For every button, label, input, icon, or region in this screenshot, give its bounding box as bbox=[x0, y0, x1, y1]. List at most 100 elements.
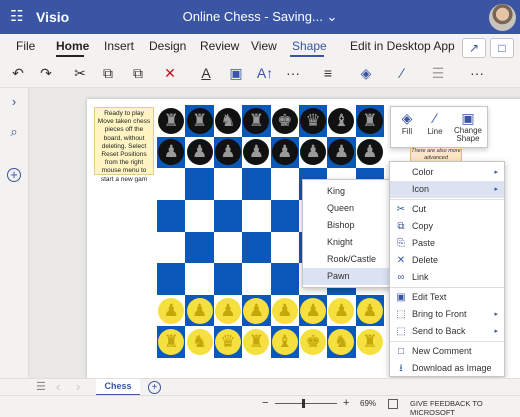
tab-review[interactable]: Review bbox=[200, 39, 239, 53]
board-square[interactable]: ♞ bbox=[327, 326, 356, 358]
board-square[interactable] bbox=[213, 231, 243, 264]
zoom-in-icon[interactable]: + bbox=[343, 397, 349, 409]
board-square[interactable]: ♜ bbox=[242, 105, 271, 137]
board-square[interactable]: ♜ bbox=[157, 326, 186, 358]
format-painter-icon[interactable]: ⧉ bbox=[128, 63, 148, 83]
page-list-icon[interactable]: ☰ bbox=[36, 380, 46, 393]
zoom-slider-thumb[interactable] bbox=[302, 399, 305, 408]
document-title[interactable]: Online Chess - Saving... ⌄ bbox=[0, 9, 520, 25]
black-knight-piece[interactable]: ♞ bbox=[214, 107, 241, 134]
board-square[interactable]: ♟ bbox=[185, 294, 214, 327]
yellow-queen-piece[interactable]: ♛ bbox=[214, 329, 241, 356]
zoom-slider[interactable] bbox=[275, 403, 337, 404]
board-square[interactable]: ♟ bbox=[298, 294, 328, 327]
yellow-pawn-piece[interactable]: ♟ bbox=[300, 297, 327, 324]
board-square[interactable] bbox=[213, 263, 243, 295]
menu-item-bring-to-front[interactable]: ⬚ Bring to Front ▸ bbox=[390, 306, 504, 323]
black-rook-piece[interactable]: ♜ bbox=[186, 107, 213, 134]
board-square[interactable]: ♞ bbox=[213, 105, 243, 137]
fill-icon[interactable]: ◈ bbox=[356, 63, 376, 83]
board-square[interactable]: ♝ bbox=[270, 326, 299, 358]
chevron-right-icon[interactable]: › bbox=[6, 94, 22, 110]
feedback-link[interactable]: GIVE FEEDBACK TO MICROSOFT bbox=[410, 399, 520, 417]
board-square[interactable] bbox=[185, 263, 214, 295]
next-page-icon[interactable]: › bbox=[76, 379, 80, 394]
black-pawn-piece[interactable]: ♟ bbox=[186, 139, 213, 166]
change-shape-button[interactable]: ▣ Change Shape bbox=[451, 109, 485, 143]
board-square[interactable] bbox=[242, 263, 271, 295]
board-square[interactable]: ♟ bbox=[213, 294, 243, 327]
black-rook-piece[interactable]: ♜ bbox=[356, 107, 383, 134]
fit-to-window-icon[interactable] bbox=[388, 399, 398, 409]
board-square[interactable] bbox=[185, 231, 214, 264]
board-square[interactable] bbox=[185, 168, 214, 200]
board-square[interactable]: ♜ bbox=[157, 105, 186, 137]
delete-icon[interactable]: ✕ bbox=[160, 63, 180, 83]
black-pawn-piece[interactable]: ♟ bbox=[300, 139, 327, 166]
board-square[interactable]: ♜ bbox=[242, 326, 271, 358]
black-pawn-piece[interactable]: ♟ bbox=[328, 139, 355, 166]
black-pawn-piece[interactable]: ♟ bbox=[271, 139, 298, 166]
yellow-king-piece[interactable]: ♚ bbox=[300, 329, 327, 356]
board-square[interactable]: ♟ bbox=[213, 136, 243, 169]
yellow-rook-piece[interactable]: ♜ bbox=[243, 329, 270, 356]
arrange-icon[interactable]: ☰ bbox=[428, 63, 448, 83]
board-square[interactable]: ♚ bbox=[270, 105, 299, 137]
board-square[interactable] bbox=[242, 231, 271, 264]
more-icon[interactable]: ··· bbox=[282, 63, 304, 83]
yellow-rook-piece[interactable]: ♜ bbox=[356, 329, 383, 356]
board-square[interactable] bbox=[157, 199, 186, 232]
board-square[interactable]: ♟ bbox=[157, 136, 186, 169]
tab-design[interactable]: Design bbox=[149, 39, 186, 53]
zoom-level[interactable]: 69% bbox=[360, 399, 376, 408]
menu-item-delete[interactable]: ✕ Delete bbox=[390, 252, 504, 269]
board-square[interactable]: ♟ bbox=[355, 136, 384, 169]
prev-page-icon[interactable]: ‹ bbox=[56, 379, 60, 394]
textbox-icon[interactable]: ▣ bbox=[226, 63, 246, 83]
board-square[interactable] bbox=[157, 168, 186, 200]
yellow-pawn-piece[interactable]: ♟ bbox=[158, 297, 185, 324]
page-tab-chess[interactable]: Chess bbox=[96, 379, 140, 396]
tab-edit-in-desktop-app[interactable]: Edit in Desktop App bbox=[350, 39, 455, 53]
board-square[interactable]: ♝ bbox=[327, 105, 356, 137]
align-icon[interactable]: ≡ bbox=[318, 63, 338, 83]
zoom-out-icon[interactable]: − bbox=[262, 397, 268, 409]
yellow-pawn-piece[interactable]: ♟ bbox=[356, 297, 383, 324]
share-icon[interactable]: ↗ bbox=[462, 38, 486, 58]
black-queen-piece[interactable]: ♛ bbox=[300, 107, 327, 134]
board-square[interactable]: ♛ bbox=[298, 105, 328, 137]
yellow-pawn-piece[interactable]: ♟ bbox=[271, 297, 298, 324]
menu-item-link[interactable]: ∞ Link bbox=[390, 269, 504, 286]
menu-item-download-as-image[interactable]: ⭳ Download as Image bbox=[390, 360, 504, 377]
submenu-item-queen[interactable]: Queen bbox=[303, 200, 390, 217]
board-square[interactable]: ♟ bbox=[327, 294, 356, 327]
instructions-note[interactable]: Ready to play Move taken chess pieces of… bbox=[94, 107, 154, 183]
submenu-item-king[interactable]: King bbox=[303, 183, 390, 200]
search-icon[interactable]: ⌕ bbox=[6, 124, 22, 140]
undo-icon[interactable]: ↶ bbox=[8, 63, 28, 83]
menu-item-cut[interactable]: ✂ Cut bbox=[390, 201, 504, 218]
black-pawn-piece[interactable]: ♟ bbox=[158, 139, 185, 166]
submenu-item-pawn[interactable]: Pawn bbox=[303, 268, 390, 285]
submenu-item-knight[interactable]: Knight bbox=[303, 234, 390, 251]
board-square[interactable] bbox=[185, 199, 214, 232]
submenu-item-bishop[interactable]: Bishop bbox=[303, 217, 390, 234]
black-rook-piece[interactable]: ♜ bbox=[243, 107, 270, 134]
yellow-knight-piece[interactable]: ♞ bbox=[328, 329, 355, 356]
menu-item-icon[interactable]: Icon ▸ bbox=[390, 181, 504, 198]
yellow-pawn-piece[interactable]: ♟ bbox=[186, 297, 213, 324]
more-options-icon[interactable]: ··· bbox=[466, 63, 488, 83]
menu-item-new-comment[interactable]: □ New Comment bbox=[390, 343, 504, 360]
tab-view[interactable]: View bbox=[251, 39, 277, 53]
board-square[interactable] bbox=[270, 168, 299, 200]
board-square[interactable]: ♟ bbox=[242, 294, 271, 327]
fill-button[interactable]: ◈ Fill bbox=[395, 109, 419, 136]
add-icon[interactable]: + bbox=[7, 168, 21, 182]
board-square[interactable] bbox=[213, 199, 243, 232]
font-color-icon[interactable]: A bbox=[196, 63, 216, 83]
menu-item-color[interactable]: Color ▸ bbox=[390, 164, 504, 181]
board-square[interactable] bbox=[157, 263, 186, 295]
tab-insert[interactable]: Insert bbox=[104, 39, 134, 53]
comment-icon[interactable]: □ bbox=[490, 38, 514, 58]
black-pawn-piece[interactable]: ♟ bbox=[356, 139, 383, 166]
